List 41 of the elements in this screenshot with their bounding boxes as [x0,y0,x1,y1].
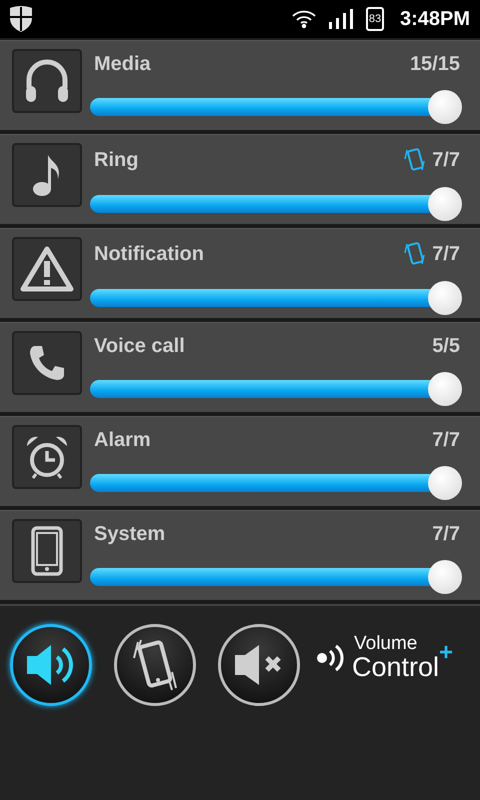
slider-thumb[interactable] [428,372,462,406]
slider-thumb[interactable] [428,90,462,124]
warning-icon [20,245,74,293]
vibrate-icon [404,147,426,173]
logo-plus: + [439,643,454,663]
channel-icon-button[interactable] [12,143,82,207]
channel-icon-button[interactable] [12,237,82,301]
channel-name: Alarm [94,429,152,452]
slider-thumb[interactable] [428,187,462,221]
volume-reading: 7/7 [432,429,460,452]
channel-name: System [94,523,166,546]
channel-name: Voice call [94,335,186,358]
logo-text: Control [352,653,440,681]
slider-thumb[interactable] [428,466,462,500]
channel-name: Ring [94,148,140,172]
vibrate-icon [404,241,426,267]
channel-name: Notification [94,242,205,266]
channel-icon-button[interactable] [12,49,82,113]
wifi-icon [292,9,316,29]
volume-reading: 7/7 [432,242,460,266]
clock-time: 3:48PM [400,8,470,30]
volume-reading: 7/7 [432,148,460,172]
channel-name: Media [94,53,152,76]
battery-level: 83 [366,7,384,31]
slider-thumb[interactable] [428,560,462,594]
slider-thumb[interactable] [428,281,462,315]
channel-icon-button[interactable] [12,425,82,489]
phone-icon [31,526,63,576]
signal-icon [328,8,354,30]
channel-icon-button[interactable] [12,331,82,395]
alarm-clock-icon [24,434,70,480]
channel-icon-button[interactable] [12,519,82,583]
sound-mode-button[interactable] [10,624,92,706]
shield-icon [8,5,34,33]
headphones-icon [23,58,71,104]
volume-reading: 15/15 [410,53,460,76]
volume-reading: 5/5 [432,335,460,358]
logo-text: Volume [354,634,418,653]
phone-handset-icon [27,343,67,383]
music-note-icon [32,153,62,197]
volume-reading: 7/7 [432,523,460,546]
